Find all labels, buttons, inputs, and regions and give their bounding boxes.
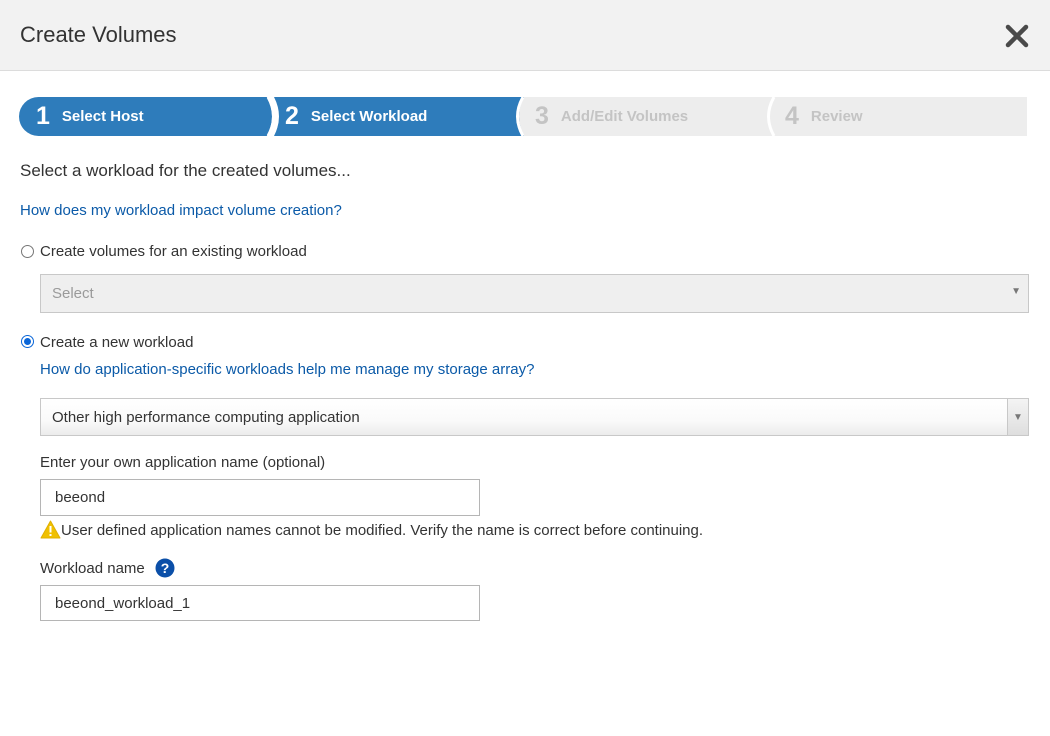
step-number: 2	[285, 102, 299, 130]
intro-text: Select a workload for the created volume…	[20, 161, 351, 180]
app-name-warning: User defined application names cannot be…	[61, 522, 704, 539]
app-name-label: Enter your own application name (optiona…	[40, 454, 326, 471]
new-workload-radio[interactable]	[21, 335, 34, 348]
step-number: 3	[535, 102, 549, 130]
new-workload-label[interactable]: Create a new workload	[40, 334, 193, 351]
wizard-steps: 1 Select Host 2 Select Workload 3 Add/Ed…	[19, 97, 1027, 136]
chevron-down-icon: ▼	[1007, 399, 1028, 435]
step-label: Select Workload	[310, 108, 428, 125]
existing-workload-label[interactable]: Create volumes for an existing workload	[40, 243, 307, 260]
existing-workload-select: Select ▼	[40, 274, 1029, 313]
dialog-title: Create Volumes	[20, 22, 177, 47]
step-number: 4	[785, 102, 799, 130]
svg-text:?: ?	[161, 560, 170, 576]
application-type-select-value: Other high performance computing applica…	[52, 409, 360, 426]
close-button[interactable]	[1001, 20, 1033, 52]
chevron-down-icon: ▼	[1011, 286, 1021, 297]
existing-workload-radio[interactable]	[21, 245, 34, 258]
warning-icon	[40, 520, 61, 539]
help-icon[interactable]: ?	[155, 558, 175, 578]
app-name-input[interactable]	[40, 479, 480, 516]
existing-workload-select-value: Select	[52, 285, 94, 302]
dialog-header: Create Volumes	[0, 0, 1050, 71]
wizard-step-add-edit-volumes: 3 Add/Edit Volumes	[535, 97, 688, 136]
close-icon	[1005, 24, 1029, 48]
step-number: 1	[36, 102, 50, 130]
application-type-select[interactable]: Other high performance computing applica…	[40, 398, 1029, 436]
workload-name-input[interactable]	[40, 585, 480, 621]
wizard-step-select-workload[interactable]: 2 Select Workload	[285, 97, 427, 136]
step-label: Review	[810, 108, 863, 125]
wizard-step-select-host[interactable]: 1 Select Host	[36, 97, 144, 136]
step-label: Add/Edit Volumes	[560, 108, 689, 125]
workload-name-label: Workload name	[40, 560, 145, 577]
step-label: Select Host	[61, 108, 144, 125]
workload-impact-help-link[interactable]: How does my workload impact volume creat…	[20, 202, 342, 219]
wizard-track	[19, 97, 1027, 136]
wizard-step-review: 4 Review	[785, 97, 863, 136]
app-workloads-help-link[interactable]: How do application-specific workloads he…	[40, 361, 534, 378]
